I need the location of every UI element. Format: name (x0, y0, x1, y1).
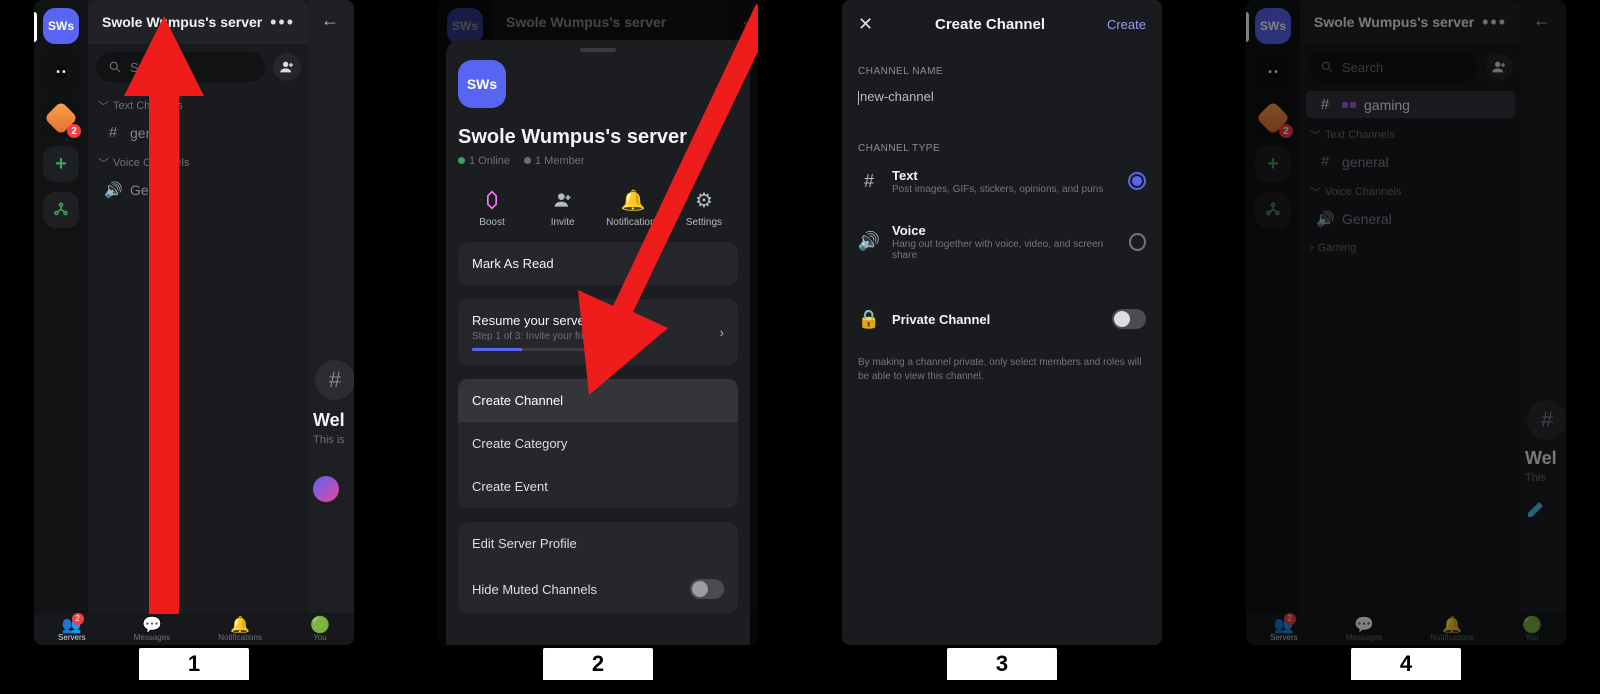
avatar-icon: 🟢 (310, 617, 330, 633)
server-header[interactable]: Swole Wumpus's server ••• (88, 0, 309, 44)
close-icon[interactable]: ✕ (858, 14, 873, 35)
nav-you[interactable]: 🟢You (310, 617, 330, 642)
server-stats: 1 Online 1 Member (458, 155, 738, 167)
bell-icon: 🔔 (621, 189, 646, 211)
radio-text-selected[interactable] (1128, 172, 1146, 190)
nav-messages[interactable]: 💬Messages (134, 617, 170, 642)
category-text-channels[interactable]: ﹀Text Channels (88, 90, 309, 118)
welcome-sub: This is (313, 434, 345, 446)
bell-icon: 🔔 (230, 617, 250, 633)
server-avatar-selected[interactable]: SWs (43, 8, 79, 44)
channel-type-label: CHANNEL TYPE (858, 143, 1146, 154)
search-input[interactable]: Search (96, 52, 265, 82)
server-avatar-large: SWs (458, 60, 506, 108)
server-title: Swole Wumpus's server (458, 126, 738, 149)
action-settings[interactable]: ⚙Settings (674, 189, 734, 228)
action-boost[interactable]: Boost (462, 189, 522, 228)
private-switch[interactable] (1112, 309, 1146, 329)
welcome-heading: Wel (313, 410, 345, 431)
category-voice-channels[interactable]: ﹀Voice Channels (88, 147, 309, 175)
channel-type-text[interactable]: # TextPost images, GIFs, stickers, opini… (858, 154, 1146, 209)
server-actions-sheet: SWs Swole Wumpus's server 1 Online 1 Mem… (446, 40, 750, 645)
avatar (313, 476, 339, 502)
search-icon (108, 60, 122, 74)
messages-icon: 💬 (142, 617, 162, 633)
create-button[interactable]: Create (1107, 17, 1146, 32)
speaker-icon: 🔊 (858, 231, 880, 252)
toggle-hide-muted[interactable]: ✕ (690, 579, 724, 599)
chevron-down-icon: ﹀ (98, 98, 109, 114)
step-label-3: 3 (947, 648, 1057, 680)
nav-notifications[interactable]: 🔔Notifications (218, 617, 262, 642)
bottom-nav: 👥Servers2 💬Messages 🔔Notifications 🟢You (34, 613, 354, 645)
back-icon[interactable]: ← (321, 10, 339, 31)
server-avatar-3[interactable]: 2 (43, 100, 79, 136)
server-name: Swole Wumpus's server (102, 14, 262, 30)
server-rail: SWs 2 + (34, 0, 88, 645)
resume-setup[interactable]: Resume your server setup Step 1 of 3: In… (458, 299, 738, 365)
channel-list: Swole Wumpus's server ••• Search ﹀Text C… (88, 0, 309, 613)
setup-progress (472, 348, 624, 351)
create-channel-title: Create Channel (935, 16, 1045, 33)
mark-as-read[interactable]: Mark As Read (458, 242, 738, 285)
channel-view-peek: ← # Wel This is (309, 0, 354, 613)
hash-icon: # (104, 124, 122, 141)
more-icon[interactable]: ••• (270, 12, 295, 33)
discover-button[interactable] (43, 192, 79, 228)
sheet-handle[interactable] (580, 48, 616, 52)
invite-icon (553, 189, 573, 211)
create-channel-screen: ✕ Create Channel Create CHANNEL NAME new… (842, 0, 1162, 645)
channel-hash-icon: # (315, 360, 354, 400)
step-label-1: 1 (139, 648, 249, 680)
channel-general[interactable]: #general (94, 119, 303, 146)
step-label-4: 4 (1351, 648, 1461, 680)
channel-name-label: CHANNEL NAME (858, 66, 1146, 77)
create-channel-item[interactable]: Create Channel (458, 379, 738, 422)
action-notifications[interactable]: 🔔Notifications (603, 189, 663, 228)
chevron-right-icon: › (720, 325, 724, 340)
channel-type-voice[interactable]: 🔊 VoiceHang out together with voice, vid… (858, 209, 1146, 275)
create-category-item[interactable]: Create Category (458, 422, 738, 465)
radio-voice[interactable] (1129, 233, 1146, 251)
hash-icon: # (858, 171, 880, 192)
private-help-text: By making a channel private, only select… (858, 356, 1146, 384)
chevron-down-icon: ﹀ (98, 155, 109, 171)
server-avatar-2[interactable] (43, 54, 79, 90)
speaker-icon: 🔊 (104, 181, 122, 199)
gear-icon: ⚙ (695, 189, 713, 211)
hide-muted-channels[interactable]: Hide Muted Channels✕ (458, 565, 738, 613)
channel-general-voice[interactable]: 🔊General (94, 176, 303, 204)
private-channel-row[interactable]: 🔒 Private Channel (858, 295, 1146, 344)
channel-name-input[interactable]: new-channel (858, 77, 1146, 117)
add-member-button[interactable] (273, 53, 301, 81)
dim-overlay (1246, 0, 1566, 645)
nav-badge: 2 (72, 613, 84, 625)
lock-icon: 🔒 (858, 309, 880, 330)
add-server-button[interactable]: + (43, 146, 79, 182)
action-invite[interactable]: Invite (533, 189, 593, 228)
create-event-item[interactable]: Create Event (458, 465, 738, 508)
server-badge: 2 (67, 124, 81, 138)
nav-servers[interactable]: 👥Servers2 (58, 617, 86, 642)
boost-icon (482, 189, 502, 211)
edit-server-profile[interactable]: Edit Server Profile (458, 522, 738, 565)
step-label-2: 2 (543, 648, 653, 680)
